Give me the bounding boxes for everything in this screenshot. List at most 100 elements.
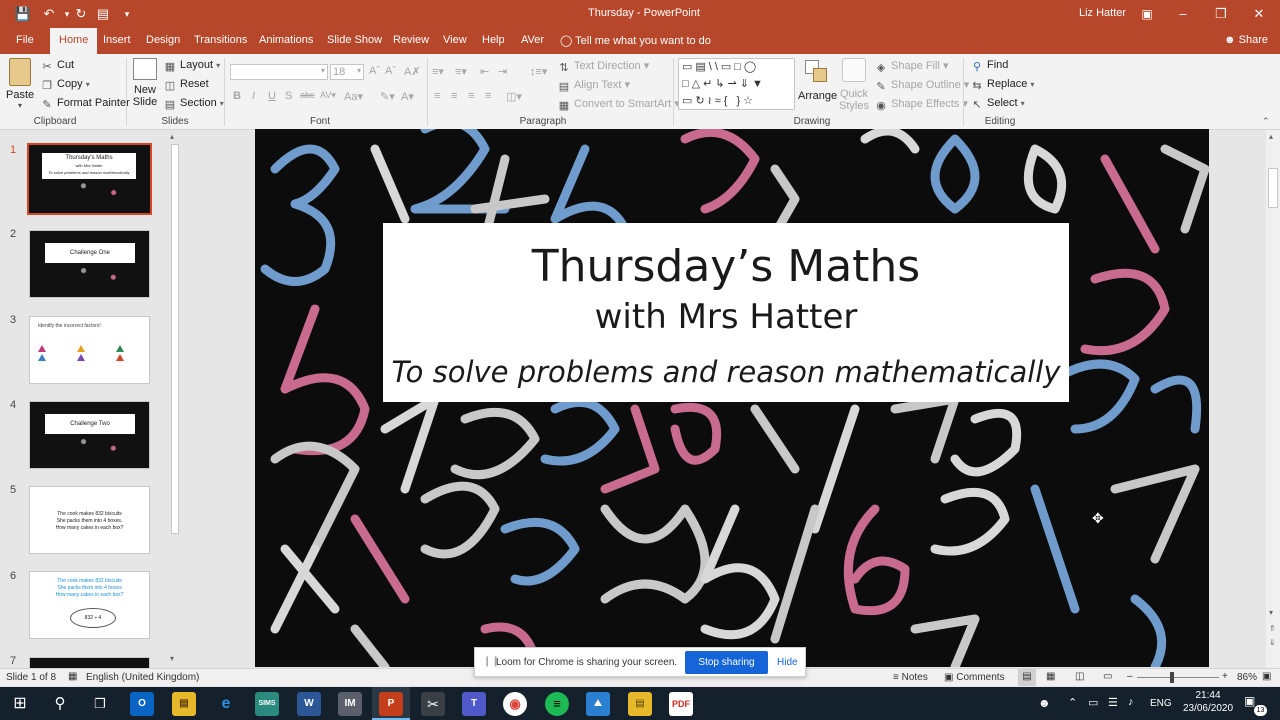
tab-design[interactable]: Design [146,34,180,46]
slide-thumbnail-3[interactable]: Identify the incorrect factors! [29,316,150,384]
powerpoint-icon[interactable]: P [379,692,403,716]
slide-thumbnail-5[interactable]: The cook makes 832 biscuits She packs th… [29,486,150,554]
scrollbar-thumb[interactable] [171,144,179,534]
show-hidden-icons-icon[interactable]: ⌃ [1068,696,1077,709]
tab-help[interactable]: Help [482,34,505,46]
tab-slide-show[interactable]: Slide Show [327,34,382,46]
slide-thumbnail-1[interactable]: Thursday's Maths with Mrs Hatter To solv… [27,143,152,215]
section-button[interactable]: ▤ Section ▾ [163,97,224,111]
tab-transitions[interactable]: Transitions [194,34,247,46]
align-center-icon[interactable]: ≡ [451,90,457,102]
scroll-up-icon[interactable]: ▴ [1269,132,1273,141]
slide-thumbnail-6[interactable]: The cook makes 832 biscuits She packs th… [29,571,150,639]
action-center-icon[interactable]: ▣ [1244,694,1255,708]
scrollbar-thumb[interactable] [1268,168,1278,208]
teams-icon[interactable]: T [462,692,486,716]
tab-aver[interactable]: AVer [521,34,544,46]
layout-button[interactable]: ▦ Layout ▾ [163,59,220,73]
slide-canvas[interactable]: Thursday’s Maths with Mrs Hatter To solv… [255,129,1209,667]
edge-icon[interactable]: e [214,692,238,716]
decrease-indent-icon[interactable]: ⇤ [480,65,489,78]
new-slide-button[interactable]: New Slide [130,58,160,108]
shape-effects-button[interactable]: ◉ Shape Effects ▾ [874,97,968,112]
folder-icon[interactable]: ▤ [628,692,652,716]
tell-me-search[interactable]: ◯ Tell me what you want to do [560,34,711,47]
font-name-select[interactable]: ▾ [230,64,328,80]
start-presentation-icon[interactable]: ▤ [94,5,112,23]
snipping-tool-icon[interactable]: ✂ [421,692,445,716]
normal-view-icon[interactable]: ▤ [1018,669,1036,686]
zoom-level[interactable]: 86% [1237,672,1257,683]
photos-icon[interactable]: ⛰ [586,692,610,716]
tab-insert[interactable]: Insert [103,34,131,46]
numbering-icon[interactable]: ≡▾ [455,65,467,78]
volume-icon[interactable]: ♪ [1128,696,1134,708]
language-indicator[interactable]: English (United Kingdom) [86,672,199,683]
hide-button[interactable]: Hide [777,657,798,668]
next-slide-icon[interactable]: ⇓ [1269,638,1276,647]
align-right-icon[interactable]: ≡ [468,90,474,102]
format-painter-button[interactable]: ✎ Format Painter [40,97,129,111]
zoom-out-icon[interactable]: – [1127,671,1133,682]
paste-button[interactable]: Paste ▾ [6,58,34,110]
notes-button[interactable]: ≡ Notes [893,672,928,683]
strikethrough-icon[interactable]: abc [300,90,315,100]
slide-thumbnail-4[interactable]: Challenge Two [29,401,150,469]
change-case-icon[interactable]: Aa▾ [344,90,363,103]
cut-button[interactable]: ✂ Cut [40,59,74,73]
line-spacing-icon[interactable]: ↕≡▾ [530,65,547,78]
shadow-icon[interactable]: S [285,90,292,102]
sims-icon[interactable]: SIMS [255,692,279,716]
slide-objective[interactable]: To solve problems and reason mathematica… [383,355,1069,389]
find-button[interactable]: ⚲ Find [970,59,1008,73]
select-button[interactable]: ↖ Select ▾ [970,97,1024,111]
people-icon[interactable]: ☻ [1038,696,1051,710]
tab-review[interactable]: Review [393,34,429,46]
columns-icon[interactable]: ◫▾ [506,90,522,103]
zoom-slider-thumb[interactable] [1170,672,1174,683]
clock[interactable]: 21:44 23/06/2020 [1180,690,1236,714]
slide-thumbnail-2[interactable]: Challenge One [29,230,150,298]
shapes-gallery[interactable]: ▭▤\\▭□◯ □△↵↳⇀⇓▼ ▭↻≀≈{ }☆ [678,58,795,110]
share-button[interactable]: ☻ Share [1224,34,1268,46]
word-icon[interactable]: W [297,692,321,716]
scroll-down-icon[interactable]: ▾ [170,654,174,663]
outlook-icon[interactable]: O [130,692,154,716]
chrome-icon[interactable]: ◉ [503,692,527,716]
task-view-icon[interactable]: ❐ [88,692,112,716]
zoom-slider[interactable] [1137,677,1219,678]
previous-slide-icon[interactable]: ⇑ [1269,624,1276,633]
italic-icon[interactable]: I [252,90,255,102]
tab-animations[interactable]: Animations [259,34,313,46]
text-direction-button[interactable]: ⇅ Text Direction ▾ [557,59,649,74]
bold-icon[interactable]: B [233,90,241,102]
save-icon[interactable]: 💾 [14,5,32,23]
battery-icon[interactable]: ▭ [1088,696,1098,709]
underline-icon[interactable]: U [268,90,276,102]
pdf-icon[interactable]: PDF [669,692,693,716]
slide-thumbnail-7[interactable] [29,657,150,668]
customize-qat-icon[interactable]: ▾ [118,5,136,23]
redo-icon[interactable]: ↻ [72,5,90,23]
convert-smartart-button[interactable]: ▦ Convert to SmartArt ▾ [557,97,680,112]
maximize-button[interactable]: ❐ [1208,4,1234,24]
ribbon-display-options-icon[interactable]: ▣ [1134,4,1160,24]
increase-font-icon[interactable]: Aˆ [369,65,380,77]
clear-formatting-icon[interactable]: A✗ [404,65,421,78]
reset-button[interactable]: ◫ Reset [163,78,209,92]
file-explorer-icon[interactable]: ▤ [172,692,196,716]
font-size-select[interactable]: 18 ▾ [330,64,364,80]
align-left-icon[interactable]: ≡ [434,90,440,102]
im-app-icon[interactable]: IM [338,692,362,716]
comments-button[interactable]: ▣ Comments [944,672,1005,683]
network-icon[interactable]: ☰ [1108,696,1118,709]
search-icon[interactable]: ⚲ [48,692,72,716]
thumbnails-scrollbar[interactable]: ▴ ▾ [169,130,181,668]
slide-scrollbar[interactable]: ▴ ▾ ⇑ ⇓ [1266,130,1280,668]
increase-indent-icon[interactable]: ⇥ [498,65,507,78]
close-button[interactable]: ✕ [1246,4,1272,24]
bullets-icon[interactable]: ≡▾ [432,65,444,78]
slide-sorter-icon[interactable]: ▦ [1046,671,1055,682]
minimize-button[interactable]: – [1170,4,1196,24]
collapse-ribbon-icon[interactable]: ⌃ [1262,116,1270,127]
